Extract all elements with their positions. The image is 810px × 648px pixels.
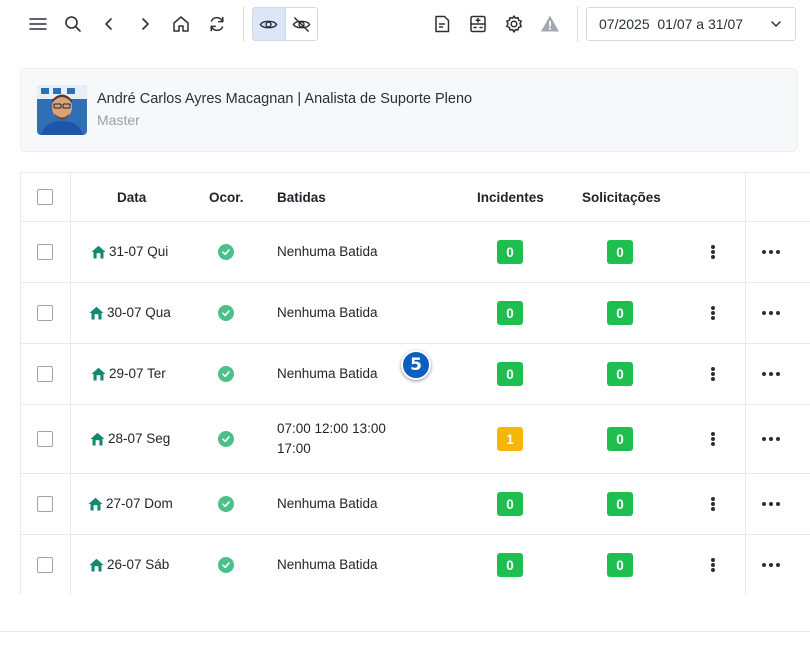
incidents-badge[interactable]: 0	[497, 492, 523, 516]
row-checkbox[interactable]	[37, 557, 53, 573]
row-date-label: 31-07 Qui	[109, 244, 169, 259]
visibility-toggle	[252, 7, 318, 41]
row-more-icon[interactable]	[762, 249, 780, 255]
row-punches: Nenhuma Batida	[277, 557, 378, 572]
table-row[interactable]: 28-07 Seg 07:00 12:00 13:00 17:00 1 0	[21, 405, 810, 474]
home-icon	[91, 367, 106, 380]
table-row[interactable]: 30-07 Qua Nenhuma Batida 0 0	[21, 283, 810, 344]
table-row[interactable]: 26-07 Sáb Nenhuma Batida 0 0	[21, 535, 810, 594]
row-menu-icon[interactable]	[707, 430, 719, 448]
header-punches[interactable]: Batidas	[277, 190, 326, 205]
requests-badge[interactable]: 0	[607, 553, 633, 577]
gear-icon[interactable]	[498, 8, 530, 40]
chevron-down-icon	[771, 21, 781, 27]
row-checkbox[interactable]	[37, 496, 53, 512]
row-punches: Nenhuma Batida	[277, 305, 378, 320]
row-punches: Nenhuma Batida	[277, 496, 378, 511]
row-date-label: 30-07 Qua	[107, 305, 171, 320]
incidents-badge[interactable]: 1	[497, 427, 523, 451]
select-all-checkbox[interactable]	[37, 189, 53, 205]
toolbar-divider	[243, 6, 244, 42]
requests-badge[interactable]: 0	[607, 492, 633, 516]
row-more-icon[interactable]	[762, 562, 780, 568]
requests-badge[interactable]: 0	[607, 362, 633, 386]
home-icon[interactable]	[165, 8, 197, 40]
row-date: 31-07 Qui	[91, 244, 168, 259]
occurrence-ok-icon	[218, 366, 234, 382]
row-menu-icon[interactable]	[707, 304, 719, 322]
row-checkbox[interactable]	[37, 244, 53, 260]
row-menu-icon[interactable]	[707, 243, 719, 261]
row-more-icon[interactable]	[762, 310, 780, 316]
user-name: André Carlos Ayres Macagnan | Analista d…	[97, 91, 473, 107]
home-icon	[88, 497, 103, 510]
home-icon	[90, 432, 105, 445]
timesheet-table: Data Ocor. Batidas Incidentes Solicitaçõ…	[20, 172, 810, 594]
row-punches: Nenhuma Batida	[277, 244, 378, 259]
period-select[interactable]: 07/2025 01/07 a 31/07	[586, 7, 796, 41]
refresh-icon[interactable]	[201, 8, 233, 40]
row-date: 27-07 Dom	[88, 496, 173, 511]
period-value: 07/2025 01/07 a 31/07	[599, 16, 744, 32]
menu-icon[interactable]	[22, 8, 54, 40]
home-icon	[89, 558, 104, 571]
requests-badge[interactable]: 0	[607, 427, 633, 451]
row-date-label: 27-07 Dom	[106, 496, 173, 511]
row-menu-icon[interactable]	[707, 495, 719, 513]
row-date-label: 26-07 Sáb	[107, 557, 170, 572]
row-menu-icon[interactable]	[707, 365, 719, 383]
row-checkbox[interactable]	[37, 366, 53, 382]
eye-icon[interactable]	[253, 8, 285, 40]
row-date-label: 29-07 Ter	[109, 366, 166, 381]
header-occurrence[interactable]: Ocor.	[209, 190, 244, 205]
row-more-icon[interactable]	[762, 501, 780, 507]
requests-badge[interactable]: 0	[607, 240, 633, 264]
home-icon	[91, 245, 106, 258]
table-row[interactable]: 27-07 Dom Nenhuma Batida 0 0	[21, 474, 810, 535]
row-date: 26-07 Sáb	[89, 557, 169, 572]
occurrence-ok-icon	[218, 557, 234, 573]
occurrence-ok-icon	[218, 244, 234, 260]
row-more-icon[interactable]	[762, 371, 780, 377]
user-card: André Carlos Ayres Macagnan | Analista d…	[20, 68, 798, 152]
row-menu-icon[interactable]	[707, 556, 719, 574]
row-punches: Nenhuma Batida	[277, 366, 378, 381]
incidents-badge[interactable]: 0	[497, 240, 523, 264]
requests-badge[interactable]: 0	[607, 301, 633, 325]
row-punches: 07:00 12:00 13:00 17:00	[277, 421, 386, 456]
row-date: 29-07 Ter	[91, 366, 166, 381]
document-icon[interactable]	[426, 8, 458, 40]
row-date: 28-07 Seg	[90, 431, 170, 446]
back-icon[interactable]	[93, 8, 125, 40]
header-date[interactable]: Data	[117, 190, 146, 205]
step-marker: 5	[401, 350, 431, 380]
row-checkbox[interactable]	[37, 431, 53, 447]
header-requests[interactable]: Solicitações	[582, 190, 661, 205]
home-icon	[89, 306, 104, 319]
row-date-label: 28-07 Seg	[108, 431, 171, 446]
calculator-icon[interactable]	[462, 8, 494, 40]
occurrence-ok-icon	[218, 496, 234, 512]
table-header: Data Ocor. Batidas Incidentes Solicitaçõ…	[21, 173, 810, 222]
toolbar-divider	[577, 6, 578, 42]
row-more-icon[interactable]	[762, 436, 780, 442]
incidents-badge[interactable]: 0	[497, 362, 523, 386]
warning-icon[interactable]	[534, 8, 566, 40]
forward-icon[interactable]	[129, 8, 161, 40]
avatar	[37, 85, 87, 135]
row-date: 30-07 Qua	[89, 305, 171, 320]
header-incidents[interactable]: Incidentes	[477, 190, 544, 205]
user-role: Master	[97, 112, 140, 128]
occurrence-ok-icon	[218, 431, 234, 447]
row-checkbox[interactable]	[37, 305, 53, 321]
toolbar: 07/2025 01/07 a 31/07	[0, 0, 810, 50]
eye-off-icon[interactable]	[284, 8, 317, 40]
table-row[interactable]: 31-07 Qui Nenhuma Batida 0 0	[21, 222, 810, 283]
search-icon[interactable]	[57, 8, 89, 40]
incidents-badge[interactable]: 0	[497, 301, 523, 325]
occurrence-ok-icon	[218, 305, 234, 321]
incidents-badge[interactable]: 0	[497, 553, 523, 577]
footer-divider	[0, 631, 810, 632]
